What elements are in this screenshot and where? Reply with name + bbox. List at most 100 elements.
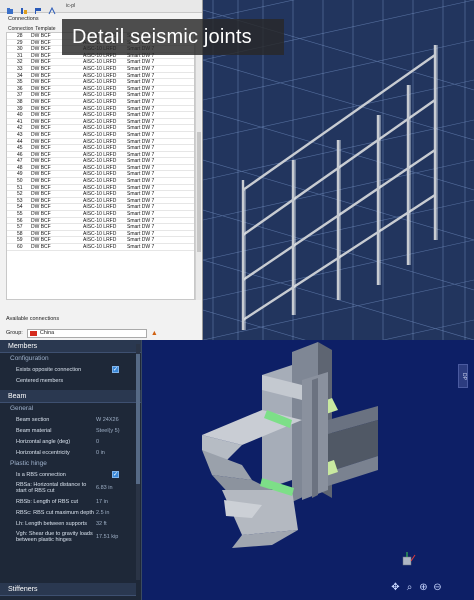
flag-tool-icon[interactable] [34,2,42,14]
table-row[interactable]: 52 DW BCF AISC-10 LRFD Smart DW 7 [7,191,194,198]
prop-label: RBSa: Horizontal distance to start of RB… [16,482,87,494]
row-code: AISC-10 LRFD [83,204,117,211]
prop-beam-section[interactable]: Beam section W 24X26 [0,414,141,425]
prop-horizontal-eccentricity[interactable]: Horizontal eccentricity 0 in [0,447,141,458]
group-select[interactable]: China [26,328,147,338]
table-row[interactable]: 48 DW BCF AISC-10 LRFD Smart DW 7 [7,165,194,172]
prop-value[interactable]: 6.83 in [96,485,132,491]
table-row[interactable]: 57 DW BCF AISC-10 LRFD Smart DW 7 [7,224,194,231]
prop-rbs-a[interactable]: RBSa: Horizontal distance to start of RB… [0,480,141,496]
table-row[interactable]: 47 DW BCF AISC-10 LRFD Smart DW 7 [7,158,194,165]
scroll-thumb[interactable] [136,354,140,484]
prop-value[interactable]: 2.5 in [96,510,132,516]
prop-label: RBSc: RBS cut maximum depth [16,509,94,516]
row-mode: Smart DW 7 [127,178,155,185]
prop-lh[interactable]: Lh: Length between supports 32 ft [0,518,141,529]
table-scrollbar[interactable] [195,32,201,300]
row-number: 32 [17,59,23,66]
row-code: AISC-10 LRFD [83,85,117,92]
open-icon[interactable] [6,2,14,14]
zoom-in-icon[interactable]: ⊕ [418,582,429,593]
settings-icon[interactable] [48,2,56,15]
row-template: DW BCF [31,85,51,92]
table-row[interactable]: 50 DW BCF AISC-10 LRFD Smart DW 7 [7,178,194,185]
prop-rbs-b[interactable]: RBSb: Length of RBS cut 17 in [0,496,141,507]
table-row[interactable]: 45 DW BCF AISC-10 LRFD Smart DW 7 [7,145,194,152]
table-row[interactable]: 60 DW BCF AISC-10 LRFD Smart DW 7 [7,244,194,251]
prop-beam-material[interactable]: Beam material Steel(y 5) [0,425,141,436]
axis-gizmo[interactable] [400,551,416,574]
run-icon[interactable] [20,2,28,14]
section-members[interactable]: Members [0,340,141,353]
collapse-icon[interactable]: ▲ [151,330,158,337]
table-row[interactable]: 36 DW BCF AISC-10 LRFD Smart DW 7 [7,86,194,93]
prop-label: Horizontal angle (deg) [16,438,71,445]
scroll-thumb[interactable] [197,132,201,252]
zoom-fit-icon[interactable]: ⌕ [404,582,415,593]
table-row[interactable]: 33 DW BCF AISC-10 LRFD Smart DW 7 [7,66,194,73]
row-code: AISC-10 LRFD [83,118,117,125]
pan-icon[interactable]: ✥ [390,582,401,593]
row-mode: Smart DW 7 [127,191,155,198]
table-row[interactable]: 56 DW BCF AISC-10 LRFD Smart DW 7 [7,218,194,225]
prop-rbs-c[interactable]: RBSc: RBS cut maximum depth 2.5 in [0,507,141,518]
section-beam[interactable]: Beam [0,390,141,403]
row-number: 56 [17,217,23,224]
row-template: DW BCF [31,59,51,66]
table-row[interactable]: 53 DW BCF AISC-10 LRFD Smart DW 7 [7,198,194,205]
table-row[interactable]: 39 DW BCF AISC-10 LRFD Smart DW 7 [7,106,194,113]
side-panel-tab[interactable]: DP [458,364,468,388]
row-code: AISC-10 LRFD [83,211,117,218]
row-code: AISC-10 LRFD [83,65,117,72]
subsection-configuration[interactable]: Configuration [0,353,141,364]
table-row[interactable]: 59 DW BCF AISC-10 LRFD Smart DW 7 [7,237,194,244]
table-row[interactable]: 42 DW BCF AISC-10 LRFD Smart DW 7 [7,125,194,132]
subsection-general[interactable]: General [0,403,141,414]
table-row[interactable]: 44 DW BCF AISC-10 LRFD Smart DW 7 [7,139,194,146]
table-row[interactable]: 54 DW BCF AISC-10 LRFD Smart DW 7 [7,204,194,212]
subsection-plastic-hinge[interactable]: Plastic hinge [0,458,141,469]
joint-3d-viewport[interactable]: DP ✥ ⌕ ⊕ ⊖ [142,340,474,600]
prop-vgh[interactable]: Vgh: Shear due to gravity loads between … [0,529,141,545]
table-row[interactable]: 41 DW BCF AISC-10 LRFD Smart DW 7 [7,119,194,126]
prop-label: RBSb: Length of RBS cut [16,498,79,505]
table-row[interactable]: 35 DW BCF AISC-10 LRFD Smart DW 7 [7,79,194,86]
table-row[interactable]: 37 DW BCF AISC-10 LRFD Smart DW 7 [7,92,194,99]
section-stiffeners[interactable]: Stiffeners [0,583,136,596]
row-code: AISC-10 LRFD [83,197,117,204]
row-number: 52 [17,191,23,198]
prop-value[interactable]: 0 in [96,450,132,456]
row-mode: Smart DW 7 [127,112,155,119]
prop-value[interactable]: 17 in [96,499,132,505]
rbs-checkbox[interactable]: ✓ [112,471,119,478]
row-number: 46 [17,151,23,158]
prop-centered-members: Centered members [0,375,141,386]
table-row[interactable]: 49 DW BCF AISC-10 LRFD Smart DW 7 [7,171,194,179]
row-number: 30 [17,46,23,53]
table-row[interactable]: 46 DW BCF AISC-10 LRFD Smart DW 7 [7,152,194,159]
table-row[interactable]: 38 DW BCF AISC-10 LRFD Smart DW 7 [7,99,194,106]
row-template: DW BCF [31,217,51,224]
row-mode: Smart DW 7 [127,145,155,152]
row-mode: Smart DW 7 [127,105,155,112]
row-template: DW BCF [31,204,51,211]
table-row[interactable]: 55 DW BCF AISC-10 LRFD Smart DW 7 [7,211,194,218]
table-row[interactable]: 43 DW BCF AISC-10 LRFD Smart DW 7 [7,132,194,139]
table-row[interactable]: 34 DW BCF AISC-10 LRFD Smart DW 7 [7,73,194,80]
prop-value[interactable]: W 24X26 [96,417,132,423]
row-template: DW BCF [31,237,51,244]
zoom-out-icon[interactable]: ⊖ [432,582,443,593]
properties-scrollbar[interactable] [136,344,140,580]
prop-value[interactable]: 32 ft [96,521,132,527]
table-row[interactable]: 51 DW BCF AISC-10 LRFD Smart DW 7 [7,185,194,192]
row-code: AISC-10 LRFD [83,237,117,244]
exists-opposite-checkbox[interactable]: ✓ [112,366,119,373]
prop-horizontal-angle[interactable]: Horizontal angle (deg) 0 [0,436,141,447]
table-row[interactable]: 40 DW BCF AISC-10 LRFD Smart DW 7 [7,112,194,119]
table-row[interactable]: 32 DW BCF AISC-10 LRFD Smart DW 7 [7,59,194,66]
table-row[interactable]: 58 DW BCF AISC-10 LRFD Smart DW 7 [7,231,194,238]
prop-value[interactable]: 17.51 kip [96,534,132,540]
prop-value[interactable]: 0 [96,439,132,445]
row-template: DW BCF [31,224,51,231]
prop-value[interactable]: Steel(y 5) [96,428,132,434]
